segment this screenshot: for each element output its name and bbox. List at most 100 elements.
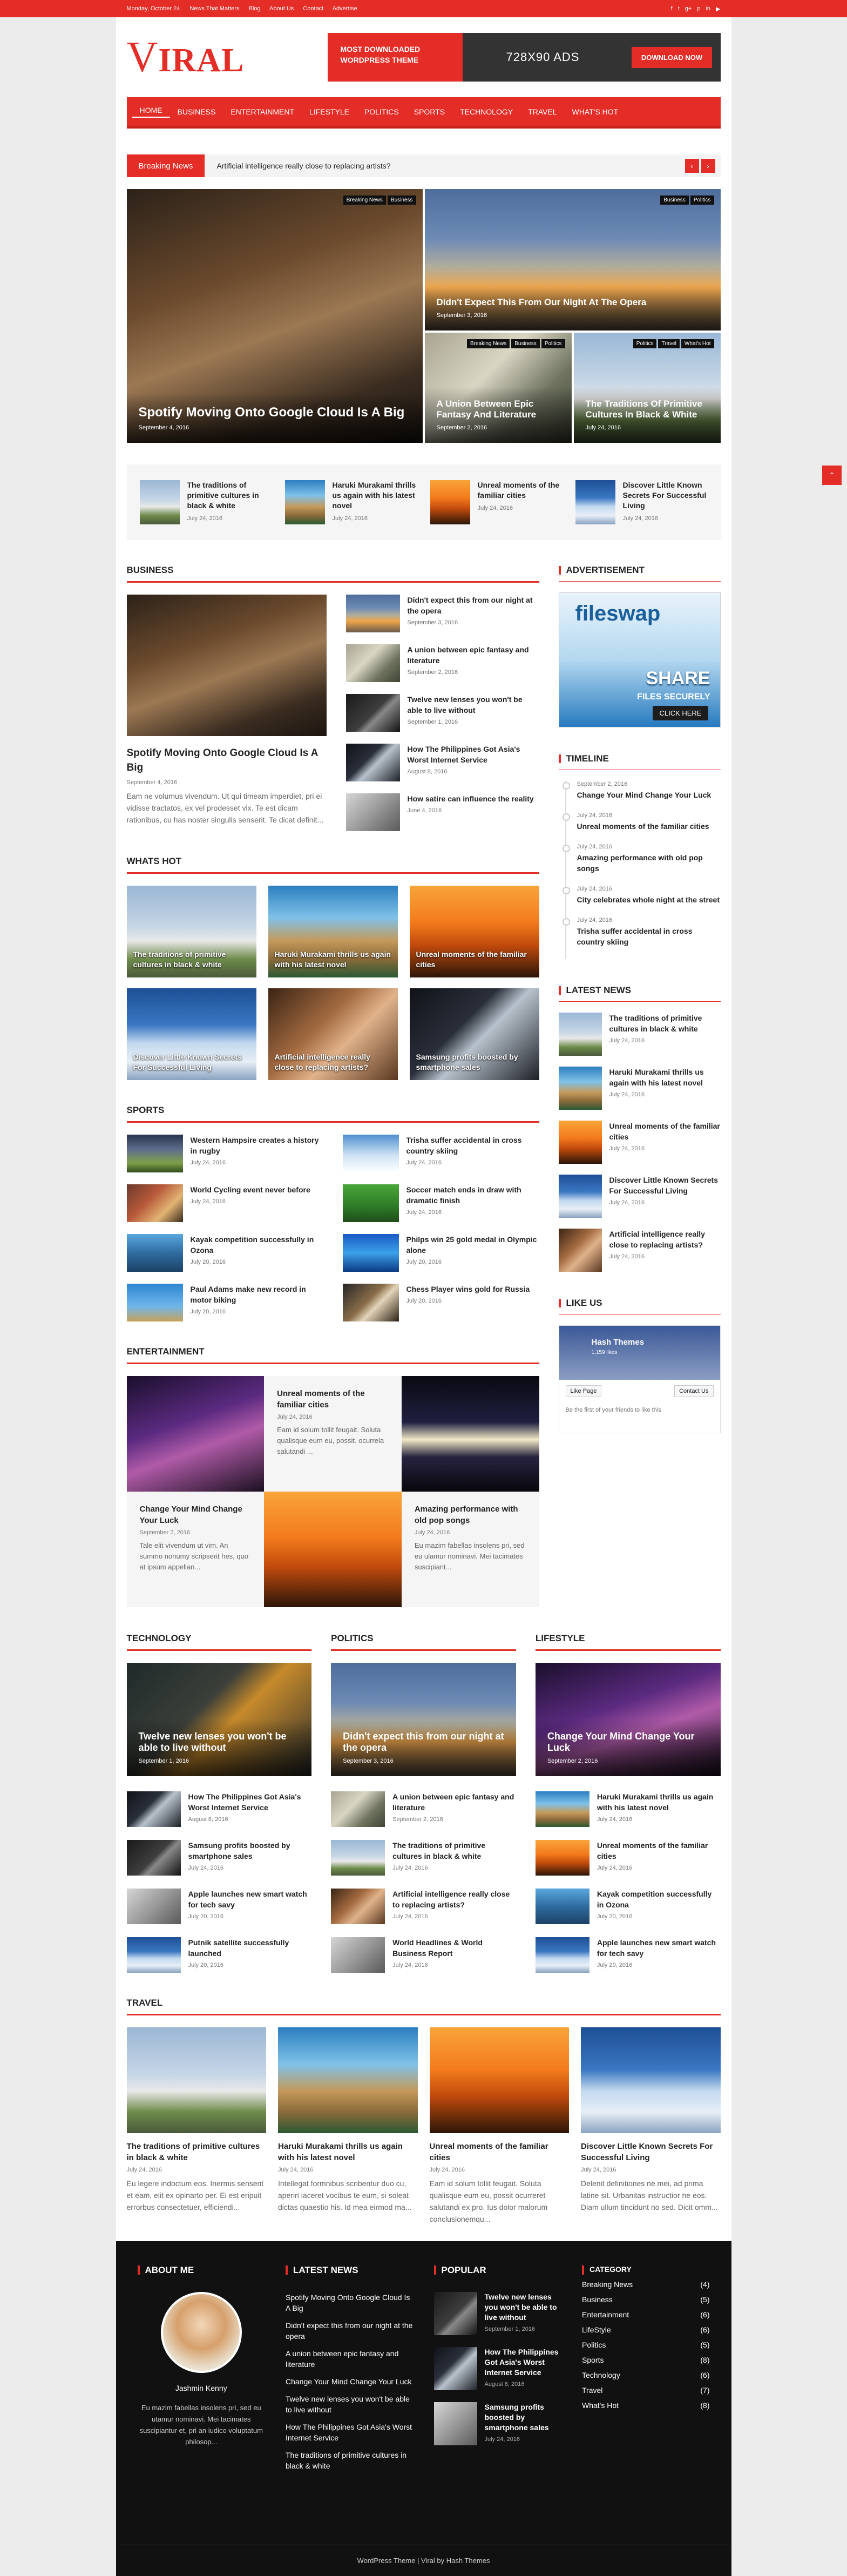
post-thumbnail[interactable] [264,1492,402,1607]
post-title[interactable]: Haruki Murakami thrills us again with hi… [609,1067,721,1088]
facebook-icon[interactable]: f [671,5,673,12]
post-thumbnail[interactable] [558,1229,602,1272]
post-title[interactable]: Discover Little Known Secrets For Succes… [609,1175,721,1196]
tag[interactable]: Breaking News [466,339,510,348]
section-heading-whats-hot[interactable]: Whats Hot [126,856,539,874]
hero-main-post[interactable]: Breaking News Business Spotify Moving On… [126,189,423,443]
nav-entertainment[interactable]: Entertainment [223,107,302,116]
twitter-icon[interactable]: t [678,5,680,12]
youtube-icon[interactable]: ▶ [716,5,720,12]
post-title[interactable]: Samsung profits boosted by smartphone sa… [416,1052,533,1073]
pinterest-icon[interactable]: p [697,5,700,12]
post-thumbnail[interactable] [126,1889,181,1924]
post-thumbnail[interactable] [433,2347,477,2390]
post-title[interactable]: Twelve new lenses you won't be able to l… [408,694,539,716]
tag[interactable]: Travel [658,339,680,348]
nav-technology[interactable]: Technology [452,107,520,116]
nav-politics[interactable]: Politics [357,107,406,116]
post-thumbnail[interactable] [342,1284,399,1321]
post-thumbnail[interactable] [126,1234,183,1272]
featured-post[interactable]: Change Your Mind Change Your Luck Septemb… [535,1663,721,1776]
post-title[interactable]: Western Hampsire creates a history in ru… [191,1135,323,1156]
post-thumbnail[interactable] [345,595,400,632]
hot-card[interactable]: Discover Little Known Secrets For Succes… [126,988,256,1080]
nav-business[interactable]: Business [170,107,223,116]
google-plus-icon[interactable]: g+ [685,5,692,12]
post-title[interactable]: A Union Between Epic Fantasy And Literat… [437,399,560,420]
section-heading-politics[interactable]: Politics [331,1633,516,1651]
site-logo[interactable]: VIRAL [127,33,245,82]
post-title[interactable]: Discover Little Known Secrets For Succes… [133,1052,250,1073]
ad-click-button[interactable]: CLICK HERE [653,706,708,720]
header-ad-banner[interactable]: MOST DOWNLOADED WORDPRESS THEME 728X90 A… [327,33,721,82]
post-title[interactable]: Apple launches new smart watch for tech … [597,1937,721,1959]
linkedin-icon[interactable]: in [706,5,710,12]
post-title[interactable]: A union between epic fantasy and literat… [408,644,539,666]
post-title[interactable]: Trisha suffer accidental in cross countr… [406,1135,539,1156]
post-title[interactable]: Haruki Murakami thrills us again with hi… [275,949,391,970]
post-title[interactable]: Kayak competition successfully in Ozona [191,1234,323,1256]
post-thumbnail[interactable] [126,1284,183,1321]
post-title[interactable]: Didn't expect this from our night at the… [408,595,539,616]
facebook-contact-button[interactable]: Contact Us [674,1385,714,1397]
post-title[interactable]: Discover Little Known Secrets For Succes… [581,2141,721,2163]
post-title[interactable]: Didn't Expect This From Our Night At The… [437,297,709,308]
post-thumbnail[interactable] [558,1121,602,1164]
strip-item[interactable]: Haruki Murakami thrills us again with hi… [284,480,417,524]
post-title[interactable]: Trisha suffer accidental in cross countr… [577,926,721,947]
post-thumbnail[interactable] [345,744,400,781]
post-thumbnail[interactable] [535,1840,589,1876]
category-name[interactable]: LifeStyle [582,2325,611,2334]
category-row[interactable]: Politics (5) [582,2341,710,2349]
nav-travel[interactable]: Travel [520,107,564,116]
facebook-page-name[interactable]: Hash Themes 1,159 likes [592,1338,645,1356]
nav-lifestyle[interactable]: Lifestyle [302,107,357,116]
category-row[interactable]: LifeStyle (6) [582,2325,710,2334]
post-thumbnail[interactable] [535,1791,589,1827]
post-title[interactable]: Unreal moments of the familiar cities [478,480,563,501]
footer-link[interactable]: The traditions of primitive cultures in … [286,2450,414,2471]
strip-item[interactable]: Discover Little Known Secrets For Succes… [575,480,708,524]
post-title[interactable]: World Cycling event never before [191,1184,310,1195]
nav-sports[interactable]: Sports [406,107,452,116]
post-title[interactable]: Apple launches new smart watch for tech … [188,1889,312,1910]
post-title[interactable]: Artificial intelligence really close to … [392,1889,516,1910]
top-link[interactable]: Advertise [333,5,357,12]
ticker-text[interactable]: Artificial intelligence really close to … [205,161,390,170]
category-row[interactable]: What's Hot (8) [582,2401,710,2410]
post-thumbnail[interactable] [331,1840,385,1876]
tag[interactable]: Business [387,195,416,205]
category-row[interactable]: Entertainment (6) [582,2310,710,2319]
category-name[interactable]: Business [582,2295,613,2304]
footer-link[interactable]: Twelve new lenses you won't be able to l… [286,2393,414,2415]
section-heading-sports[interactable]: Sports [126,1105,539,1123]
strip-item[interactable]: Unreal moments of the familiar cities Jul… [430,480,563,524]
post-title[interactable]: Samsung profits boosted by smartphone sa… [188,1840,312,1862]
post-thumbnail[interactable] [401,1376,539,1492]
post-thumbnail[interactable] [278,2027,418,2133]
scroll-to-top-button[interactable]: ⌃ [822,466,842,485]
post-thumbnail[interactable] [331,1791,385,1827]
category-name[interactable]: Technology [582,2371,620,2379]
category-row[interactable]: Sports (8) [582,2356,710,2364]
post-title[interactable]: Amazing performance with old pop songs [577,852,721,874]
footer-link[interactable]: Spotify Moving Onto Google Cloud Is A Bi… [286,2292,414,2314]
post-thumbnail[interactable] [581,2027,721,2133]
top-link[interactable]: About Us [269,5,294,12]
post-title[interactable]: Change Your Mind Change Your Luck [577,790,721,800]
post-thumbnail[interactable] [535,1889,589,1924]
post-title[interactable]: Unreal moments of the familiar cities [609,1121,721,1142]
post-title[interactable]: Twelve new lenses you won't be able to l… [139,1731,300,1754]
post-thumbnail[interactable] [558,1067,602,1110]
post-title[interactable]: Artificial intelligence really close to … [275,1052,391,1073]
post-title[interactable]: Chess Player wins gold for Russia [406,1284,530,1294]
tag[interactable]: Breaking News [343,195,386,205]
post-title[interactable]: Kayak competition successfully in Ozona [597,1889,721,1910]
post-title[interactable]: The traditions of primitive cultures in … [187,480,272,511]
post-title[interactable]: How The Philippines Got Asia's Worst Int… [408,744,539,765]
facebook-like-button[interactable]: Like Page [565,1385,602,1397]
post-thumbnail[interactable] [126,1791,181,1827]
category-name[interactable]: What's Hot [582,2401,619,2410]
post-title[interactable]: Putnik satellite successfully launched [188,1937,312,1959]
post-thumbnail[interactable] [558,1013,602,1056]
